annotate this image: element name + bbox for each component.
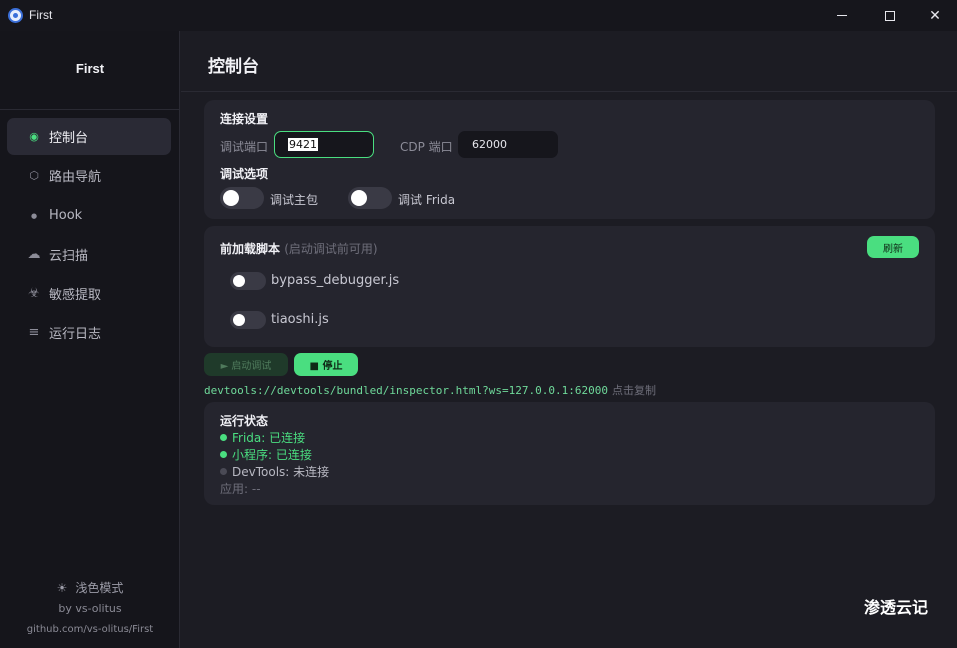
cdp-port-value: 62000	[472, 138, 507, 151]
status-miniprogram-text: 小程序: 已连接	[232, 448, 312, 462]
cdp-port-label: CDP 端口	[400, 140, 453, 154]
status-miniprogram: 小程序: 已连接	[220, 446, 312, 463]
cdp-port-input[interactable]: 62000	[458, 131, 558, 158]
debug-main-toggle[interactable]	[220, 187, 264, 209]
devtools-url-text: devtools://devtools/bundled/inspector.ht…	[204, 384, 608, 397]
stop-button[interactable]: ■ 停止	[294, 353, 358, 376]
status-app-text: 应用: --	[220, 482, 261, 496]
refresh-button[interactable]: 刷新	[867, 236, 919, 258]
copy-hint[interactable]: 点击复制	[612, 385, 656, 397]
close-icon: ✕	[929, 7, 941, 24]
sidebar-item-label: Hook	[49, 208, 83, 223]
cloud-icon: ☁	[27, 247, 41, 262]
sidebar-item-label: 运行日志	[49, 327, 102, 342]
debug-frida-toggle[interactable]	[348, 187, 392, 209]
toggle-knob	[233, 275, 245, 287]
hexagon-icon: ⬡	[29, 169, 39, 182]
menu-lines-icon: ≡	[28, 325, 40, 340]
debug-main-label: 调试主包	[270, 193, 319, 207]
start-debug-button[interactable]: ► 启动调试	[204, 353, 288, 376]
sidebar-item-label: 控制台	[49, 131, 89, 146]
window-title: First	[29, 8, 53, 22]
small-dot-icon: ●	[30, 211, 38, 220]
debug-options-title: 调试选项	[220, 167, 269, 181]
sidebar-brand: First	[75, 61, 105, 76]
status-dot-icon	[220, 468, 227, 475]
status-dot-icon	[220, 434, 227, 441]
script-name: bypass_debugger.js	[271, 273, 400, 288]
theme-toggle-button[interactable]: ☀ 浅色模式	[0, 579, 180, 596]
scripts-title-text: 前加载脚本	[220, 242, 281, 256]
dot-icon: ◉	[29, 130, 39, 143]
scripts-section-title: 前加载脚本 (启动调试前可用)	[220, 240, 378, 257]
status-frida: Frida: 已连接	[220, 429, 305, 446]
script-name: tiaoshi.js	[271, 312, 329, 327]
connection-section-title: 连接设置	[220, 112, 269, 126]
debug-port-label: 调试端口	[220, 140, 269, 154]
sidebar-item-logs[interactable]: ≡ 运行日志	[7, 314, 171, 351]
debug-frida-label: 调试 Frida	[398, 193, 456, 207]
minimize-button[interactable]	[819, 0, 865, 31]
sidebar-item-sensitive[interactable]: ☣ 敏感提取	[7, 275, 171, 312]
app-window: First ✕ First ◉ 控制台 ⬡ 路由导航 ● Hook ☁ 云扫描	[0, 0, 957, 648]
sidebar-item-cloud-scan[interactable]: ☁ 云扫描	[7, 236, 171, 273]
toggle-knob	[233, 314, 245, 326]
status-devtools-text: DevTools: 未连接	[232, 465, 330, 479]
status-dot-icon	[220, 451, 227, 458]
status-devtools: DevTools: 未连接	[220, 463, 329, 480]
script-toggle-bypass[interactable]	[230, 272, 266, 290]
watermark: 渗透云记	[864, 598, 929, 617]
run-status-card: 运行状态 Frida: 已连接 小程序: 已连接 DevTools: 未连接 应…	[204, 402, 935, 505]
script-toggle-tiaoshi[interactable]	[230, 311, 266, 329]
status-frida-text: Frida: 已连接	[232, 431, 306, 445]
repo-link[interactable]: github.com/vs-olitus/First	[0, 624, 180, 635]
sidebar-item-label: 敏感提取	[49, 288, 102, 303]
sidebar-item-hook[interactable]: ● Hook	[7, 197, 171, 234]
main-content: 控制台 连接设置 调试端口 9421 CDP 端口 62000 调试选项 调试主…	[181, 31, 957, 648]
header-divider	[181, 91, 957, 92]
sidebar-divider	[0, 109, 180, 110]
debug-port-value: 9421	[288, 138, 318, 151]
close-button[interactable]: ✕	[912, 0, 957, 31]
author-credit: by vs-olitus	[58, 602, 122, 615]
status-app: 应用: --	[220, 480, 261, 497]
biohazard-icon: ☣	[28, 286, 40, 301]
title-bar: First ✕	[0, 0, 957, 31]
toggle-knob	[351, 190, 367, 206]
theme-toggle-label: 浅色模式	[75, 581, 124, 595]
sidebar-item-console[interactable]: ◉ 控制台	[7, 118, 171, 155]
toggle-knob	[223, 190, 239, 206]
maximize-button[interactable]	[867, 0, 913, 31]
maximize-icon	[885, 10, 895, 21]
app-logo-icon	[8, 8, 23, 23]
connection-settings-card: 连接设置 调试端口 9421 CDP 端口 62000 调试选项 调试主包 调试…	[204, 100, 935, 219]
scripts-hint: (启动调试前可用)	[284, 242, 378, 256]
sidebar-item-label: 路由导航	[49, 170, 102, 185]
page-title: 控制台	[208, 57, 259, 77]
debug-port-input[interactable]: 9421	[274, 131, 374, 158]
sun-icon: ☀	[56, 581, 68, 595]
minimize-icon	[837, 15, 847, 16]
devtools-url[interactable]: devtools://devtools/bundled/inspector.ht…	[204, 382, 656, 398]
status-section-title: 运行状态	[220, 414, 269, 428]
sidebar-item-routes[interactable]: ⬡ 路由导航	[7, 157, 171, 194]
sidebar-item-label: 云扫描	[49, 249, 89, 264]
sidebar: First ◉ 控制台 ⬡ 路由导航 ● Hook ☁ 云扫描 ☣ 敏感提取 ≡…	[0, 31, 180, 648]
preload-scripts-card: 前加载脚本 (启动调试前可用) 刷新 bypass_debugger.js ti…	[204, 226, 935, 347]
